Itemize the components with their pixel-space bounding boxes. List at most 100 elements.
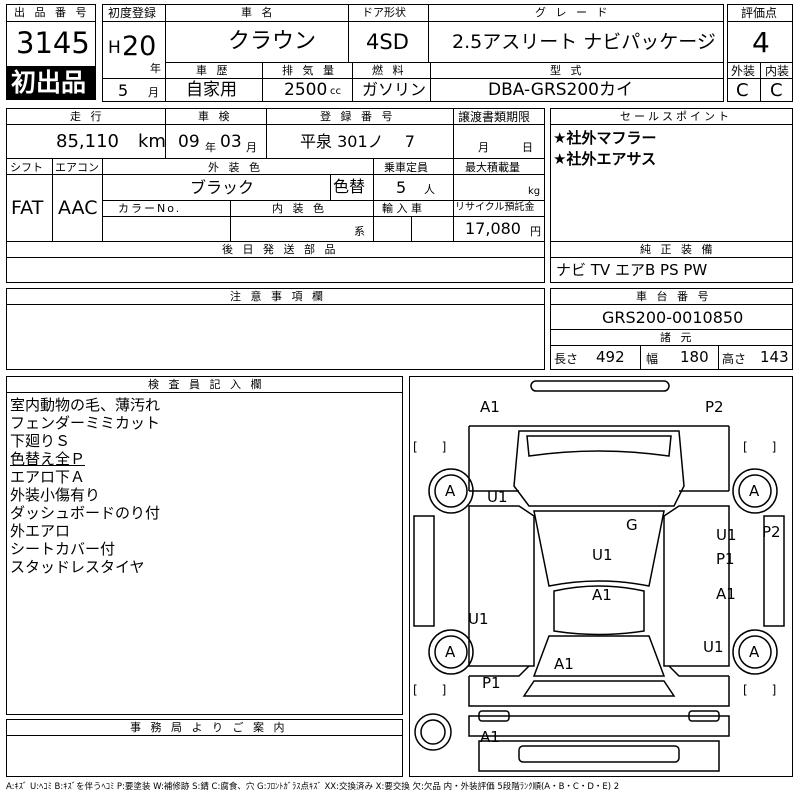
displacement-label: 排 気 量 bbox=[282, 64, 337, 77]
mileage: 85,110 bbox=[56, 131, 119, 152]
car-name: クラウン bbox=[228, 29, 317, 54]
lot-number: 3145 bbox=[16, 26, 90, 60]
damage-mark: U1 bbox=[487, 488, 508, 506]
lot-label: 出 品 番 号 bbox=[14, 6, 90, 19]
sales-point: ★社外マフラー bbox=[553, 129, 657, 147]
inspector-line: 下廻りＳ bbox=[10, 432, 71, 450]
model-label: 型 式 bbox=[550, 64, 585, 77]
inspector-line: 色替え全Ｐ bbox=[10, 450, 86, 468]
interior-score: C bbox=[770, 80, 783, 101]
equipment: ナビ TV エアB PS PW bbox=[556, 261, 708, 279]
interior-color-unit: 系 bbox=[354, 225, 365, 238]
capacity-unit: 人 bbox=[424, 183, 435, 196]
chassis-label: 車 台 番 号 bbox=[636, 290, 712, 303]
capacity-label: 乗車定員 bbox=[384, 161, 428, 174]
registration-year: 20 bbox=[122, 31, 157, 62]
damage-mark: P2 bbox=[705, 398, 724, 416]
plate-label: 登 録 番 号 bbox=[320, 110, 396, 123]
tire-front-right: A bbox=[749, 482, 760, 500]
bracket-left-rear: [ ] bbox=[413, 683, 447, 697]
import-label: 輸 入 車 bbox=[382, 202, 422, 215]
sales-label: セールスポイント bbox=[620, 110, 732, 123]
inspector-line: 外装小傷有り bbox=[10, 486, 101, 504]
score-label: 評価点 bbox=[741, 6, 778, 20]
history-label: 車 歴 bbox=[196, 64, 231, 77]
damage-mark: U1 bbox=[592, 546, 613, 564]
grade: 2.5アスリート ナビパッケージ bbox=[452, 31, 716, 53]
inspector-line: 室内動物の毛、薄汚れ bbox=[10, 396, 161, 414]
ac: AAC bbox=[58, 197, 98, 219]
height: 143 bbox=[760, 348, 789, 366]
tire-rear-right: A bbox=[749, 643, 760, 661]
damage-mark: P1 bbox=[716, 550, 735, 568]
model: DBA-GRS200カイ bbox=[488, 80, 633, 100]
damage-mark: A1 bbox=[480, 728, 500, 746]
legend: A:ｷｽﾞ U:ﾍｺﾐ B:ｷｽﾞを伴うﾍｺﾐ P:要塗装 W:補修跡 S:錆 … bbox=[6, 782, 620, 792]
interior-label: 内装 bbox=[765, 64, 790, 78]
inspector-label: 検 査 員 記 入 欄 bbox=[148, 378, 265, 391]
registration-era: H bbox=[108, 38, 121, 58]
inspector-notes: 室内動物の毛、薄汚れ フェンダーミミカット 下廻りＳ 色替え全Ｐ エアロ下Ａ 外… bbox=[10, 396, 160, 576]
color-change: 色替 bbox=[333, 177, 366, 196]
damage-mark: U1 bbox=[703, 638, 724, 656]
registration-year-unit: 年 bbox=[150, 62, 161, 75]
interior-color-label: 内 装 色 bbox=[272, 202, 327, 215]
exterior-label: 外装 bbox=[731, 64, 756, 78]
inspector-line: フェンダーミミカット bbox=[10, 414, 161, 432]
office-label: 事 務 局 よ り ご 案 内 bbox=[130, 721, 288, 734]
recycle-label: リサイクル預託金 bbox=[455, 202, 535, 213]
registration-month-unit: 月 bbox=[148, 86, 159, 99]
registration-month: 5 bbox=[118, 81, 129, 100]
inspector-line: シートカバー付 bbox=[10, 540, 116, 558]
recycle-unit: 円 bbox=[530, 225, 541, 238]
inspector-line: スタッドレスタイヤ bbox=[10, 558, 145, 576]
shift-label: シフト bbox=[10, 161, 43, 174]
displacement: 2500 bbox=[284, 80, 328, 100]
load-label: 最大積載量 bbox=[465, 161, 520, 174]
car-diagram bbox=[413, 380, 785, 772]
inspection-month-unit: 月 bbox=[246, 141, 257, 154]
parts-label: 後 日 発 送 部 品 bbox=[222, 243, 339, 256]
plate-number: 平泉 301ノ 7 bbox=[300, 132, 415, 151]
color-label: 外 装 色 bbox=[208, 161, 263, 174]
damage-mark: P2 bbox=[762, 523, 781, 541]
overall-score: 4 bbox=[752, 26, 770, 59]
damage-mark: A1 bbox=[592, 586, 612, 604]
width-label: 幅 bbox=[646, 352, 659, 366]
equipment-label: 純 正 装 備 bbox=[640, 243, 716, 256]
damage-mark: U1 bbox=[716, 526, 737, 544]
inspector-line: ダッシュボードのり付 bbox=[10, 504, 161, 522]
inspector-line: エアロ下Ａ bbox=[10, 468, 86, 486]
width: 180 bbox=[680, 348, 709, 366]
damage-mark: G bbox=[626, 516, 638, 534]
inspector-line: 外エアロ bbox=[10, 522, 71, 540]
registration-label: 初度登録 bbox=[108, 6, 157, 20]
height-label: 高さ bbox=[722, 352, 747, 366]
damage-mark: A1 bbox=[480, 398, 500, 416]
mileage-label: 走 行 bbox=[70, 110, 105, 123]
first-listing-text: 初出品 bbox=[11, 68, 87, 97]
exterior-score: C bbox=[736, 80, 749, 101]
transfer-month-unit: 月 bbox=[478, 141, 489, 154]
chassis-number: GRS200-0010850 bbox=[602, 308, 744, 327]
length: 492 bbox=[596, 348, 625, 366]
spec-label: 諸 元 bbox=[660, 331, 695, 344]
inspection-label: 車 検 bbox=[198, 110, 233, 123]
tire-rear-left: A bbox=[445, 643, 456, 661]
door-type: 4SD bbox=[366, 30, 409, 54]
mileage-unit: km bbox=[138, 131, 166, 152]
door-label: ドア形状 bbox=[362, 6, 406, 19]
bracket-right-rear: [ ] bbox=[743, 683, 777, 697]
damage-mark: U1 bbox=[468, 610, 489, 628]
bracket-left-front: [ ] bbox=[413, 440, 447, 454]
shift: FAT bbox=[11, 197, 44, 219]
grade-label: グ レ ー ド bbox=[535, 6, 611, 19]
transfer-day-unit: 日 bbox=[522, 141, 533, 154]
damage-mark: A1 bbox=[716, 585, 736, 603]
damage-mark: P1 bbox=[482, 674, 501, 692]
transfer-label: 譲渡書類期限 bbox=[458, 110, 531, 124]
damage-mark: A1 bbox=[554, 655, 574, 673]
load-unit: kg bbox=[528, 186, 541, 197]
history: 自家用 bbox=[186, 80, 237, 100]
inspection-month: 03 bbox=[220, 132, 242, 152]
